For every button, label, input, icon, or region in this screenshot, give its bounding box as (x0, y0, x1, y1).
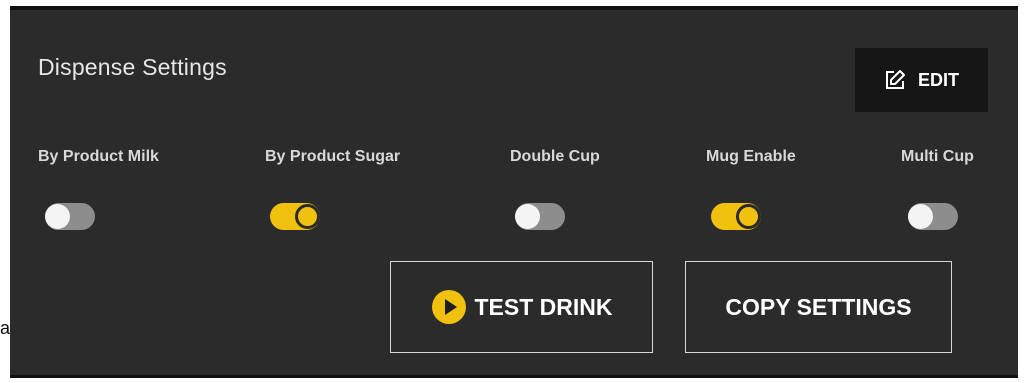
toggle-label-mug-enable: Mug Enable (706, 148, 796, 165)
toggle-double-cup[interactable] (515, 203, 565, 230)
edit-icon (884, 69, 906, 91)
toggle-knob (295, 204, 320, 229)
toggle-by-product-sugar[interactable] (270, 203, 320, 230)
toggle-label-multi-cup: Multi Cup (901, 148, 974, 165)
toggle-knob (908, 204, 933, 229)
toggle-knob (736, 204, 761, 229)
copy-settings-button[interactable]: COPY SETTINGS (685, 261, 952, 353)
toggle-label-by-product-milk: By Product Milk (38, 148, 159, 165)
toggle-mug-enable[interactable] (711, 203, 761, 230)
toggle-label-by-product-sugar: By Product Sugar (265, 148, 401, 165)
test-drink-label: TEST DRINK (474, 293, 613, 320)
toggle-knob (515, 204, 540, 229)
test-drink-button[interactable]: TEST DRINK (390, 261, 653, 353)
play-icon (431, 289, 467, 325)
device-screen: Dispense Settings EDIT By Product Milk B… (10, 6, 1018, 378)
copy-settings-label: COPY SETTINGS (725, 293, 912, 320)
stray-label: a (0, 318, 11, 338)
edit-button[interactable]: EDIT (855, 48, 988, 112)
toggle-knob (45, 204, 70, 229)
edit-button-label: EDIT (917, 69, 959, 90)
toggle-multi-cup[interactable] (908, 203, 958, 230)
toggle-label-double-cup: Double Cup (510, 148, 600, 165)
toggle-by-product-milk[interactable] (45, 203, 95, 230)
panel-title: Dispense Settings (38, 54, 227, 80)
